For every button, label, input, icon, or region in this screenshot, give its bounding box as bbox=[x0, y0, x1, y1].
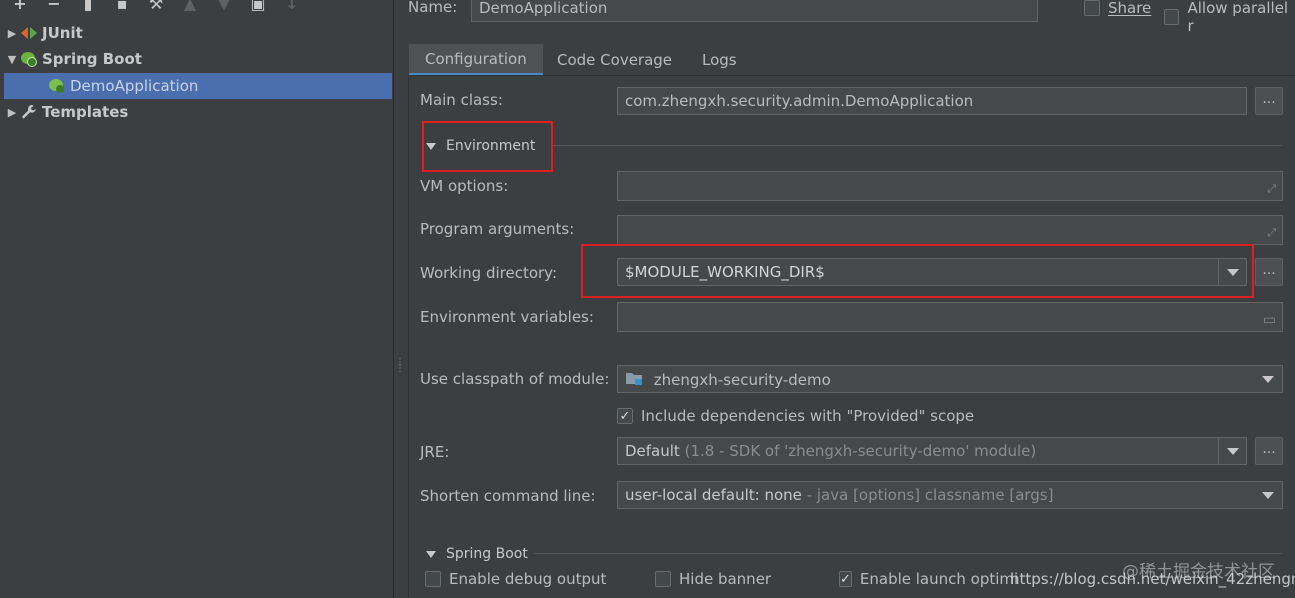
spring-boot-icon bbox=[20, 50, 38, 68]
checkmark-icon[interactable]: ✓ bbox=[839, 571, 852, 587]
expand-icon[interactable]: ⤢ bbox=[1267, 182, 1276, 196]
tab-logs[interactable]: Logs bbox=[686, 44, 753, 76]
module-folder-icon bbox=[625, 370, 643, 385]
include-dependencies-checkbox[interactable]: ✓ Include dependencies with "Provided" s… bbox=[617, 407, 974, 425]
checkbox-box[interactable] bbox=[1164, 9, 1180, 25]
working-directory-label: Working directory: bbox=[420, 264, 558, 282]
site-watermark: @稀土掘金技术社区 bbox=[1122, 562, 1275, 582]
tab-configuration[interactable]: Configuration bbox=[409, 44, 543, 76]
browse-jre-button[interactable]: ... bbox=[1255, 437, 1283, 465]
highlight-environment-box bbox=[422, 121, 553, 172]
environment-variables-field[interactable]: ▭ bbox=[617, 302, 1283, 332]
tab-code-coverage[interactable]: Code Coverage bbox=[541, 44, 688, 76]
vm-options-label: VM options: bbox=[420, 177, 509, 195]
tree-item-label: Spring Boot bbox=[42, 50, 142, 68]
highlight-working-directory-box bbox=[581, 244, 1254, 298]
section-separator bbox=[552, 145, 1282, 146]
spring-app-icon bbox=[48, 77, 66, 95]
move-up-icon[interactable]: ▲ bbox=[180, 0, 200, 13]
program-arguments-field[interactable]: ⤢ bbox=[617, 215, 1283, 245]
classpath-module-value: zhengxh-security-demo bbox=[653, 371, 831, 389]
tree-item-label: DemoApplication bbox=[70, 77, 199, 95]
configurations-tree-panel: + − ▮ ▪ ⚒ ▲ ▼ ▣ ↓ ▶ JUnit ▼ Spring Boot bbox=[0, 0, 394, 598]
shorten-command-line-label: Shorten command line: bbox=[420, 487, 596, 505]
tree-item-spring-boot[interactable]: ▼ Spring Boot bbox=[4, 46, 392, 72]
splitter-handle[interactable]: ⋮ ⋮ bbox=[395, 358, 405, 384]
include-dependencies-label: Include dependencies with "Provided" sco… bbox=[641, 407, 975, 425]
junit-icon bbox=[20, 24, 38, 42]
expand-arrow-icon[interactable]: ▶ bbox=[4, 27, 20, 40]
allow-parallel-label: Allow parallel r bbox=[1187, 0, 1289, 35]
name-label: Name: bbox=[408, 0, 458, 16]
main-class-label: Main class: bbox=[420, 91, 503, 109]
wrench-icon bbox=[20, 103, 38, 121]
jre-combo[interactable]: Default (1.8 - SDK of 'zhengxh-security-… bbox=[617, 437, 1247, 465]
dropdown-arrow-icon[interactable] bbox=[1218, 438, 1246, 464]
browse-working-directory-button[interactable]: ... bbox=[1255, 258, 1283, 286]
collapse-arrow-icon[interactable]: ▼ bbox=[4, 53, 20, 66]
tree-item-demo-application[interactable]: DemoApplication bbox=[4, 73, 392, 99]
spring-boot-section-toggle[interactable]: Spring Boot bbox=[426, 546, 528, 562]
dropdown-arrow-icon[interactable] bbox=[1254, 366, 1282, 392]
configuration-editor: Name: DemoApplication Share Allow parall… bbox=[400, 0, 1295, 598]
enable-debug-output-checkbox[interactable]: Enable debug output bbox=[425, 570, 606, 588]
collapse-triangle-icon bbox=[426, 550, 436, 558]
remove-icon[interactable]: − bbox=[44, 0, 64, 13]
vm-options-field[interactable]: ⤢ bbox=[617, 171, 1283, 201]
browse-main-class-button[interactable]: ... bbox=[1255, 87, 1283, 115]
hide-banner-label: Hide banner bbox=[679, 570, 772, 588]
tree-item-label: Templates bbox=[42, 103, 129, 121]
classpath-module-select[interactable]: zhengxh-security-demo bbox=[617, 365, 1283, 393]
jre-detail: (1.8 - SDK of 'zhengxh-security-demo' mo… bbox=[684, 442, 1037, 460]
expand-icon[interactable]: ⤢ bbox=[1267, 226, 1276, 240]
jre-value: Default bbox=[625, 442, 680, 460]
checkmark-icon[interactable]: ✓ bbox=[617, 408, 633, 424]
checkbox-box[interactable] bbox=[655, 571, 671, 587]
enable-debug-output-label: Enable debug output bbox=[449, 570, 607, 588]
main-class-field[interactable]: com.zhengxh.security.admin.DemoApplicati… bbox=[617, 87, 1247, 115]
tree-item-templates[interactable]: ▶ Templates bbox=[4, 99, 392, 125]
section-separator bbox=[534, 553, 1282, 554]
share-checkbox[interactable]: Share bbox=[1084, 0, 1151, 17]
jre-label: JRE: bbox=[420, 443, 450, 461]
save-icon[interactable]: ▪ bbox=[112, 0, 132, 13]
checkbox-box[interactable] bbox=[425, 571, 441, 587]
environment-variables-label: Environment variables: bbox=[420, 308, 594, 326]
shorten-value: user-local default: none bbox=[625, 486, 802, 504]
tree-toolbar: + − ▮ ▪ ⚒ ▲ ▼ ▣ ↓ bbox=[0, 0, 302, 14]
move-down-icon[interactable]: ▼ bbox=[214, 0, 234, 13]
classpath-module-label: Use classpath of module: bbox=[420, 370, 610, 388]
dropdown-arrow-icon[interactable] bbox=[1254, 482, 1282, 508]
hide-banner-checkbox[interactable]: Hide banner bbox=[655, 570, 771, 588]
allow-parallel-checkbox[interactable]: Allow parallel r bbox=[1164, 0, 1295, 35]
shorten-command-line-select[interactable]: user-local default: none - java [options… bbox=[617, 481, 1283, 509]
add-icon[interactable]: + bbox=[10, 0, 30, 13]
name-field[interactable]: DemoApplication bbox=[471, 0, 1038, 22]
expand-arrow-icon[interactable]: ▶ bbox=[4, 106, 20, 119]
shorten-detail: - java [options] classname [args] bbox=[806, 486, 1054, 504]
share-label: Share bbox=[1108, 0, 1152, 17]
sort-icon[interactable]: ↓ bbox=[282, 0, 302, 13]
folder-icon[interactable]: ▭ bbox=[1263, 312, 1276, 328]
run-configurations-dialog: + − ▮ ▪ ⚒ ▲ ▼ ▣ ↓ ▶ JUnit ▼ Spring Boot bbox=[0, 0, 1295, 598]
spring-boot-section-label: Spring Boot bbox=[446, 546, 528, 562]
enable-launch-optimization-checkbox[interactable]: ✓ Enable launch optimization bbox=[839, 570, 1019, 588]
enable-launch-optimization-label: Enable launch optimization bbox=[859, 570, 1019, 588]
folder-add-icon[interactable]: ▣ bbox=[248, 0, 268, 13]
program-arguments-label: Program arguments: bbox=[420, 220, 575, 238]
tree-item-junit[interactable]: ▶ JUnit bbox=[4, 20, 392, 46]
checkbox-box[interactable] bbox=[1084, 0, 1100, 16]
tree-item-label: JUnit bbox=[42, 24, 83, 42]
wrench-icon[interactable]: ⚒ bbox=[146, 0, 166, 13]
copy-icon[interactable]: ▮ bbox=[78, 0, 98, 13]
